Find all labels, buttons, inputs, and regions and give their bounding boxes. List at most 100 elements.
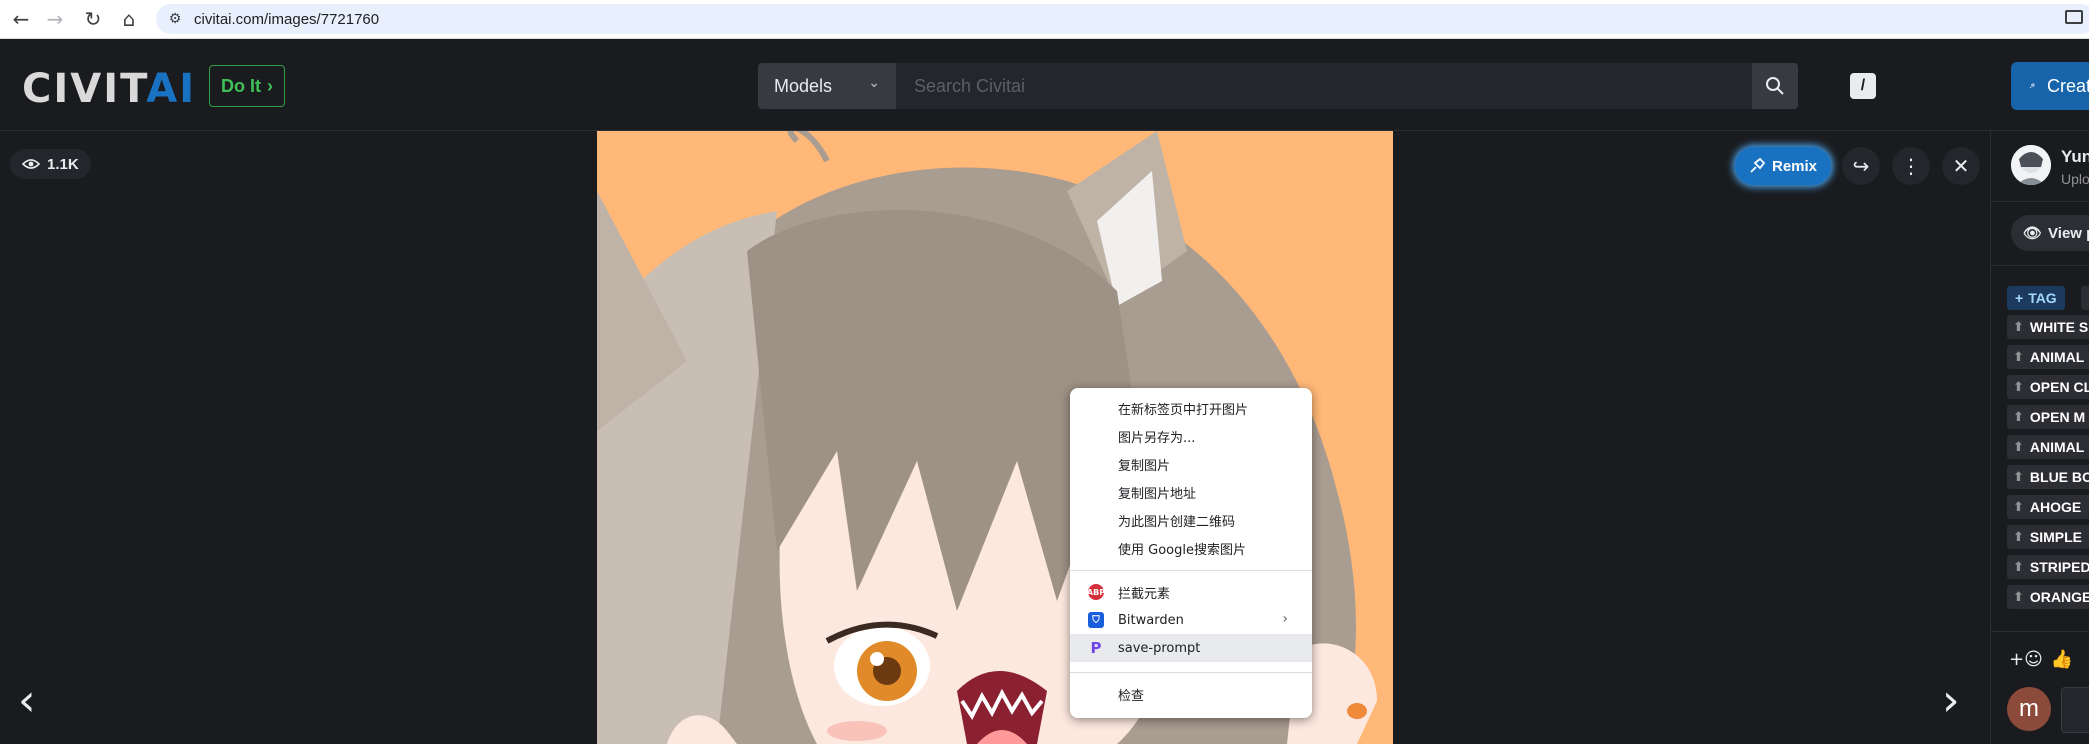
- browser-toolbar: ← → ↻ ⌂ ⚙ civitai.com/images/7721760: [0, 0, 2089, 39]
- reactions-bar: +☺ 👍: [2009, 649, 2073, 670]
- tag-item[interactable]: ⬆ ORANGE: [2007, 585, 2089, 609]
- search-category-label: Models: [774, 75, 833, 96]
- tag-item[interactable]: ⬆ SIMPLE: [2007, 525, 2089, 549]
- menu-block-element[interactable]: ABP 拦截元素: [1070, 578, 1312, 606]
- chevron-left-icon: ‹: [18, 675, 36, 726]
- menu-save-prompt-label: save-prompt: [1118, 640, 1201, 656]
- menu-copy-image-address[interactable]: 复制图片地址: [1070, 478, 1312, 506]
- image-viewer: 1.1K Remix ↪ ⋮ ✕ ‹ ›: [0, 131, 1990, 744]
- menu-create-qr-code[interactable]: 为此图片创建二维码: [1070, 506, 1312, 534]
- view-post-label: View p: [2048, 224, 2089, 242]
- upvote-icon[interactable]: ⬆: [2013, 320, 2024, 335]
- do-it-label: Do It: [221, 75, 261, 96]
- menu-save-prompt[interactable]: P save-prompt: [1070, 634, 1312, 662]
- divider: [1991, 201, 2089, 202]
- chevron-right-icon: ›: [267, 75, 273, 96]
- next-image-button[interactable]: ›: [1942, 679, 1960, 723]
- user-avatar-image: [2011, 145, 2051, 185]
- chevron-right-icon: ›: [1942, 675, 1960, 726]
- chevron-right-icon: ›: [1282, 611, 1288, 627]
- thumbs-up-icon[interactable]: 👍: [2051, 649, 2073, 670]
- add-tag-button[interactable]: + TAG: [2007, 286, 2065, 310]
- menu-bitwarden[interactable]: ⛉ Bitwarden ›: [1070, 606, 1312, 634]
- install-app-icon[interactable]: [2065, 10, 2083, 24]
- context-menu: 在新标签页中打开图片 图片另存为... 复制图片 复制图片地址 为此图片创建二维…: [1070, 388, 1312, 718]
- menu-search-image-google[interactable]: 使用 Google搜索图片: [1070, 534, 1312, 562]
- brush-icon: [1750, 158, 1765, 173]
- tag-overflow-button[interactable]: [2081, 286, 2089, 310]
- previous-image-button[interactable]: ‹: [18, 679, 36, 723]
- more-options-button[interactable]: ⋮: [1892, 147, 1930, 185]
- tag-item[interactable]: ⬆ STRIPED: [2007, 555, 2089, 579]
- view-count-badge: 1.1K: [10, 149, 91, 179]
- eye-icon: [22, 159, 40, 169]
- upvote-icon[interactable]: ⬆: [2013, 530, 2024, 545]
- tag-item[interactable]: ⬆ BLUE BO: [2007, 465, 2089, 489]
- close-button[interactable]: ✕: [1942, 147, 1980, 185]
- upload-info: Uplo: [2061, 171, 2089, 187]
- search-icon: [1766, 77, 1784, 95]
- brush-icon: [2029, 83, 2035, 89]
- menu-separator: [1070, 570, 1312, 571]
- share-button[interactable]: ↪: [1842, 147, 1880, 185]
- upvote-icon[interactable]: ⬆: [2013, 380, 2024, 395]
- address-bar[interactable]: ⚙ civitai.com/images/7721760: [156, 4, 2089, 34]
- tag-item[interactable]: ⬆ ANIMAL: [2007, 345, 2089, 369]
- civitai-logo[interactable]: CIVITAI: [22, 67, 196, 111]
- divider: [1991, 631, 2089, 632]
- view-count: 1.1K: [47, 155, 79, 173]
- search-category-select[interactable]: Models ⌄: [758, 63, 896, 109]
- menu-open-image-new-tab[interactable]: 在新标签页中打开图片: [1070, 394, 1312, 422]
- user-avatar[interactable]: [2011, 145, 2051, 185]
- upvote-icon[interactable]: ⬆: [2013, 590, 2024, 605]
- comment-input[interactable]: [2061, 687, 2089, 733]
- do-it-button[interactable]: Do It ›: [209, 65, 285, 107]
- slash-shortcut-key: /: [1850, 73, 1876, 99]
- create-label: Create: [2046, 75, 2089, 96]
- tag-item[interactable]: ⬆ AHOGE: [2007, 495, 2089, 519]
- menu-inspect[interactable]: 检查: [1070, 680, 1312, 708]
- close-icon: ✕: [1952, 154, 1970, 178]
- menu-block-element-label: 拦截元素: [1118, 586, 1171, 602]
- upvote-icon[interactable]: ⬆: [2013, 560, 2024, 575]
- menu-copy-image[interactable]: 复制图片: [1070, 450, 1312, 478]
- upvote-icon[interactable]: ⬆: [2013, 350, 2024, 365]
- forward-icon[interactable]: →: [42, 6, 68, 32]
- tag-item[interactable]: ⬆ OPEN CL: [2007, 375, 2089, 399]
- divider: [1991, 265, 2089, 266]
- username[interactable]: Yun: [2061, 147, 2089, 167]
- abp-icon: ABP: [1087, 584, 1105, 600]
- bitwarden-icon: ⛉: [1088, 612, 1104, 628]
- upvote-icon[interactable]: ⬆: [2013, 500, 2024, 515]
- reload-icon[interactable]: ↻: [80, 6, 106, 32]
- view-post-button[interactable]: 👁 View p: [2011, 215, 2089, 251]
- create-button[interactable]: Create: [2011, 62, 2089, 110]
- tag-item[interactable]: ⬆ OPEN M: [2007, 405, 2089, 429]
- tag-item[interactable]: ⬆ WHITE S: [2007, 315, 2089, 339]
- image-details-sidebar: Yun Uplo 👁 View p + TAG ⬆WHITE S ⬆ANIMAL…: [1990, 131, 2089, 744]
- search-input[interactable]: [896, 63, 1752, 109]
- menu-save-image-as[interactable]: 图片另存为...: [1070, 422, 1312, 450]
- chevron-down-icon: ⌄: [868, 75, 880, 91]
- share-icon: ↪: [1852, 154, 1870, 178]
- tag-item[interactable]: ⬆ ANIMAL: [2007, 435, 2089, 459]
- upvote-icon[interactable]: ⬆: [2013, 410, 2024, 425]
- more-vertical-icon: ⋮: [1901, 154, 1921, 178]
- eye-icon: 👁: [2023, 225, 2043, 242]
- search-button[interactable]: [1752, 63, 1798, 109]
- remix-button[interactable]: Remix: [1735, 147, 1831, 185]
- remix-label: Remix: [1771, 157, 1818, 175]
- upvote-icon[interactable]: ⬆: [2013, 470, 2024, 485]
- site-settings-icon[interactable]: ⚙: [166, 10, 184, 28]
- site-header: CIVITAI Do It › Models ⌄ / Create: [0, 39, 2089, 131]
- back-icon[interactable]: ←: [8, 6, 34, 32]
- menu-separator: [1070, 672, 1312, 673]
- home-icon[interactable]: ⌂: [116, 6, 142, 32]
- url-text[interactable]: civitai.com/images/7721760: [194, 11, 379, 28]
- add-reaction-icon[interactable]: +☺: [2009, 649, 2043, 670]
- save-prompt-icon: P: [1090, 639, 1102, 657]
- search-group: Models ⌄ /: [758, 63, 1876, 109]
- commenter-avatar: m: [2007, 687, 2051, 731]
- upvote-icon[interactable]: ⬆: [2013, 440, 2024, 455]
- plus-icon: +: [2015, 290, 2024, 306]
